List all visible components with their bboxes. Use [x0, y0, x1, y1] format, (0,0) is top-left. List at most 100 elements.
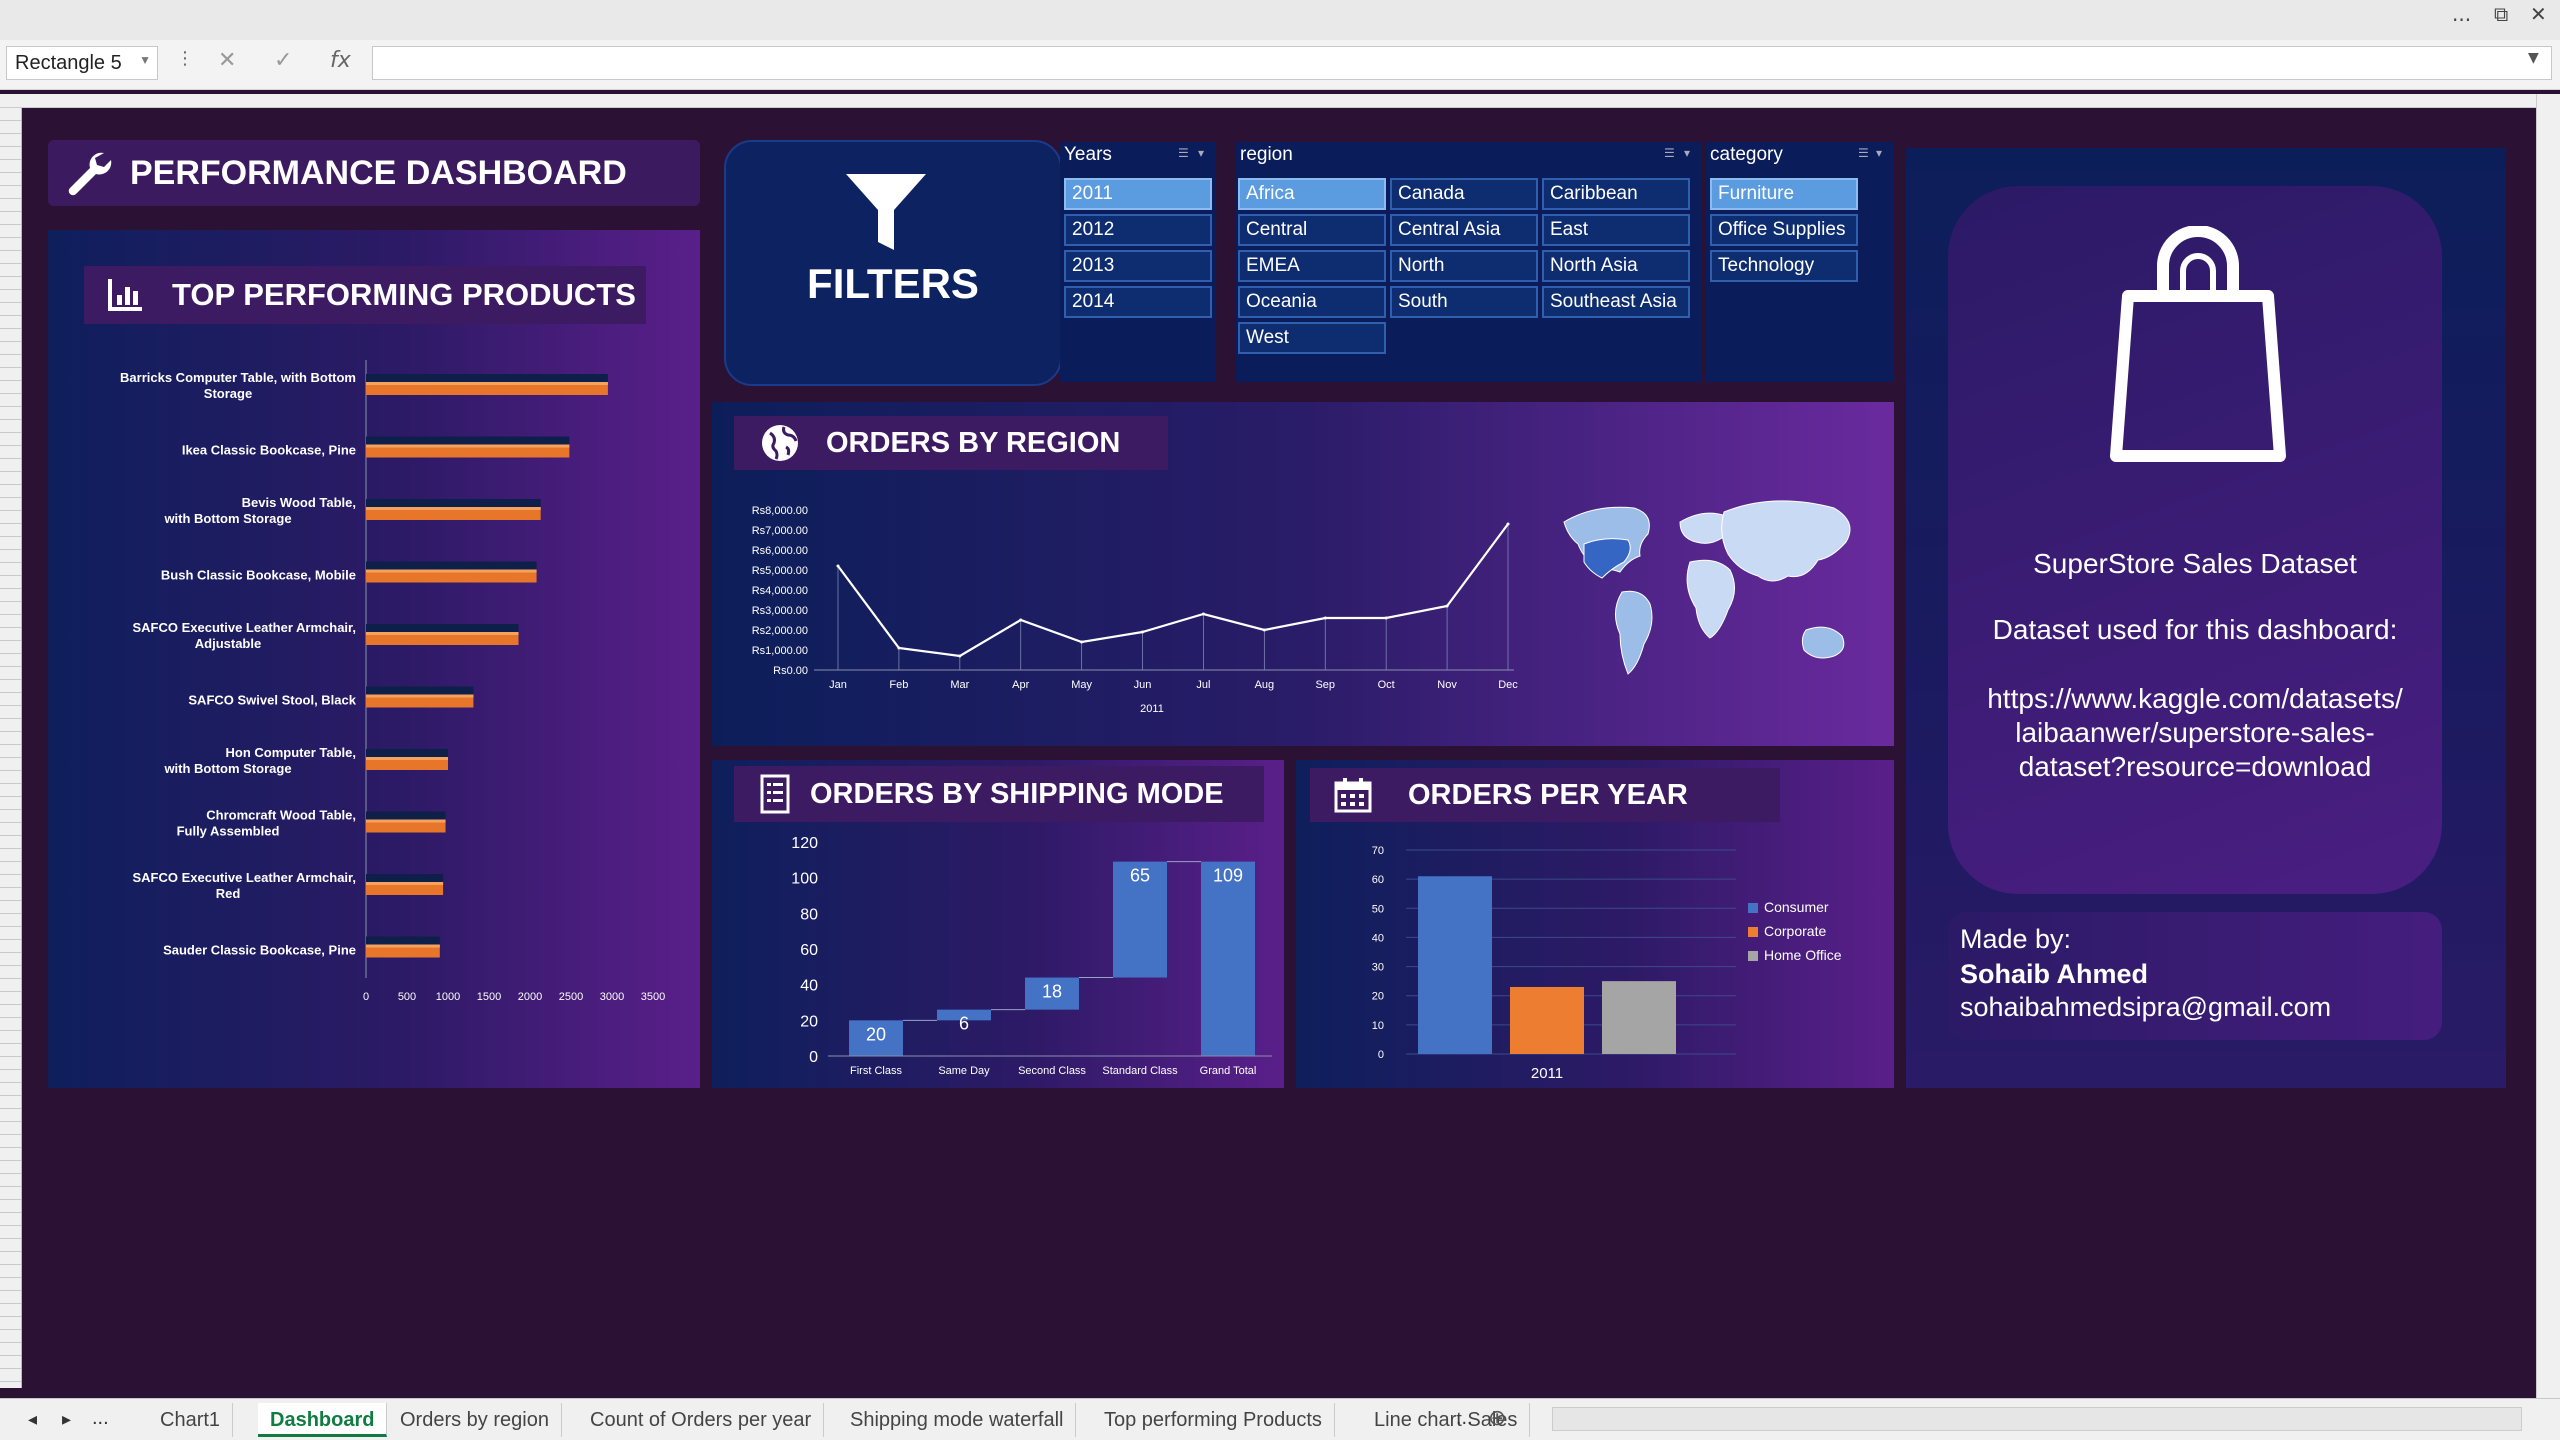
clear-filter-icon[interactable]: ▾: [1876, 146, 1882, 160]
orders-per-year-bar-chart[interactable]: 0 10 20 30 40 50 60 70 2011 Consumer Corporate Home…: [1296, 832, 1894, 1088]
region-option-southeast-asia[interactable]: Southeast Asia: [1542, 286, 1690, 318]
category-option-furniture[interactable]: Furniture: [1710, 178, 1858, 210]
region-series-line: [837, 523, 1509, 658]
region-option-emea[interactable]: EMEA: [1238, 250, 1386, 282]
row-headers[interactable]: [0, 108, 22, 1388]
region-point: [1019, 618, 1023, 622]
region-slicer[interactable]: region ☰ ▾ Africa Canada Caribbean Central C…: [1236, 142, 1702, 382]
region-y-tick: Rs4,000.00: [752, 585, 808, 597]
region-option-canada[interactable]: Canada: [1390, 178, 1538, 210]
previous-sheet-icon[interactable]: ◂: [28, 1409, 37, 1430]
bar-chart-icon: [108, 279, 142, 311]
orders-by-region-panel[interactable]: ORDERS BY REGION Rs0.00 Rs1,000.00 Rs2,000…: [712, 402, 1894, 746]
next-sheet-icon[interactable]: ▸: [62, 1409, 71, 1430]
region-option-west[interactable]: West: [1238, 322, 1386, 354]
region-x-tick: Sep: [1315, 679, 1335, 691]
region-y-tick: Rs0.00: [773, 665, 808, 677]
multi-select-icon[interactable]: ☰: [1664, 146, 1675, 160]
year-y-tick: 30: [1372, 962, 1384, 974]
year-y-tick: 20: [1372, 991, 1384, 1003]
product-bar-highlight: [366, 944, 440, 948]
dataset-caption: Dataset used for this dashboard:: [1992, 614, 2398, 645]
dataset-link[interactable]: https://www.kaggle.com/datasets/ laibaan…: [1948, 682, 2442, 784]
year-y-tick: 60: [1372, 874, 1384, 886]
more-options-icon[interactable]: ...: [2452, 2, 2471, 26]
region-x-tick: Mar: [950, 679, 969, 691]
chevron-down-icon[interactable]: ▼: [139, 53, 151, 67]
region-option-africa[interactable]: Africa: [1238, 178, 1386, 210]
more-sheets-right[interactable]: ...: [1456, 1407, 1473, 1430]
more-vertical-icon[interactable]: ⋮: [176, 48, 194, 69]
product-label: SAFCO Executive Leather Armchair,: [133, 870, 357, 885]
shipping-x-tick: Standard Class: [1102, 1065, 1178, 1077]
product-bar-highlight: [366, 819, 446, 823]
product-label: Hon Computer Table,: [226, 745, 356, 760]
made-by-label: Made by:: [1960, 924, 2072, 954]
year-option-2011[interactable]: 2011: [1064, 178, 1212, 210]
region-x-tick: Dec: [1498, 679, 1518, 691]
more-sheets-left[interactable]: ...: [92, 1407, 109, 1430]
orders-by-region-line-chart[interactable]: Rs0.00 Rs1,000.00 Rs2,000.00 Rs3,000.00 Rs4,…: [732, 492, 1522, 742]
region-point: [1384, 616, 1388, 620]
category-option-office-supplies[interactable]: Office Supplies: [1710, 214, 1858, 246]
region-option-east[interactable]: East: [1542, 214, 1690, 246]
add-sheet-icon[interactable]: ⊕: [1488, 1405, 1506, 1431]
region-x-tick: Apr: [1012, 679, 1029, 691]
filters-tile[interactable]: FILTERS: [724, 140, 1062, 386]
multi-select-icon[interactable]: ☰: [1178, 146, 1189, 160]
region-option-north[interactable]: North: [1390, 250, 1538, 282]
document-list-icon: [760, 774, 790, 814]
product-label: Bush Classic Bookcase, Mobile: [161, 568, 356, 583]
cancel-icon[interactable]: ✕: [218, 48, 236, 73]
calendar-icon: [1334, 778, 1372, 813]
sheet-tab-dashboard[interactable]: Dashboard: [258, 1403, 388, 1437]
info-panel[interactable]: SuperStore Sales Dataset Dataset used fo…: [1906, 148, 2506, 1088]
category-option-technology[interactable]: Technology: [1710, 250, 1858, 282]
orders-per-year-panel[interactable]: ORDERS PER YEAR 0 10 20 30 40 50 60 70 2011 Consu…: [1296, 760, 1894, 1088]
top-products-chart[interactable]: Barricks Computer Table, with BottomStor…: [48, 350, 700, 1070]
shipping-x-tick: First Class: [850, 1065, 902, 1077]
sheet-tab-shipping-mode-waterfall[interactable]: Shipping mode waterfall: [838, 1403, 1077, 1437]
year-option-2014[interactable]: 2014: [1064, 286, 1212, 318]
sheet-tab-count-of-orders-per-year[interactable]: Count of Orders per year: [578, 1403, 825, 1437]
expand-formula-icon[interactable]: ▼: [2528, 50, 2539, 66]
region-option-south[interactable]: South: [1390, 286, 1538, 318]
clear-filter-icon[interactable]: ▾: [1198, 146, 1204, 160]
sheet-tab-orders-by-region[interactable]: Orders by region: [388, 1403, 562, 1437]
year-option-2012[interactable]: 2012: [1064, 214, 1212, 246]
enter-check-icon[interactable]: ✓: [274, 48, 292, 73]
author-email[interactable]: sohaibahmedsipra@gmail.com: [1960, 992, 2430, 1023]
dataset-url-line-3: dataset?resource=download: [2018, 751, 2372, 782]
column-headers[interactable]: [0, 94, 2560, 108]
region-option-central-asia[interactable]: Central Asia: [1390, 214, 1538, 246]
world-map[interactable]: [1544, 482, 1884, 722]
region-point: [1141, 630, 1145, 634]
main-title-bar[interactable]: PERFORMANCE DASHBOARD: [48, 140, 700, 206]
sheet-tab-chart1[interactable]: Chart1: [148, 1403, 234, 1437]
vertical-scrollbar[interactable]: [2536, 94, 2560, 1406]
year-option-2013[interactable]: 2013: [1064, 250, 1212, 282]
category-slicer[interactable]: category ☰ ▾ Furniture Office Supplies Tec…: [1706, 142, 1894, 382]
dataset-card[interactable]: SuperStore Sales Dataset Dataset used fo…: [1948, 186, 2442, 894]
restore-window-icon[interactable]: ⧉: [2494, 2, 2508, 26]
region-option-oceania[interactable]: Oceania: [1238, 286, 1386, 318]
sheet-tab-top-performing-products[interactable]: Top performing Products: [1092, 1403, 1335, 1437]
sheet-tab-bar: ◂ ▸ ... Chart1 Dashboard Orders by region C…: [0, 1398, 2560, 1440]
shipping-mode-waterfall-chart[interactable]: 0 20 40 60 80 100 120 20 First Class 6 Same Day 18 S…: [712, 830, 1284, 1086]
filters-label: FILTERS: [807, 260, 979, 307]
region-option-caribbean[interactable]: Caribbean: [1542, 178, 1690, 210]
region-x-tick: Oct: [1378, 679, 1395, 691]
region-option-north-asia[interactable]: North Asia: [1542, 250, 1690, 282]
horizontal-scrollbar[interactable]: [1552, 1407, 2522, 1431]
name-box[interactable]: Rectangle 5 ▼: [6, 46, 158, 80]
clear-filter-icon[interactable]: ▾: [1684, 146, 1690, 160]
multi-select-icon[interactable]: ☰: [1858, 146, 1869, 160]
formula-input[interactable]: [372, 46, 2552, 80]
shipping-mode-panel[interactable]: ORDERS BY SHIPPING MODE 0 20 40 60 80 100 120 2…: [712, 760, 1284, 1088]
close-window-icon[interactable]: ✕: [2530, 2, 2547, 26]
insert-function-icon[interactable]: fx: [330, 48, 351, 73]
year-legend-swatch: [1748, 927, 1758, 937]
years-slicer[interactable]: Years ☰ ▾ 2011 2012 2013 2014: [1060, 142, 1216, 382]
region-option-central[interactable]: Central: [1238, 214, 1386, 246]
top-products-panel[interactable]: TOP PERFORMING PRODUCTS Barricks Compute…: [48, 230, 700, 1088]
